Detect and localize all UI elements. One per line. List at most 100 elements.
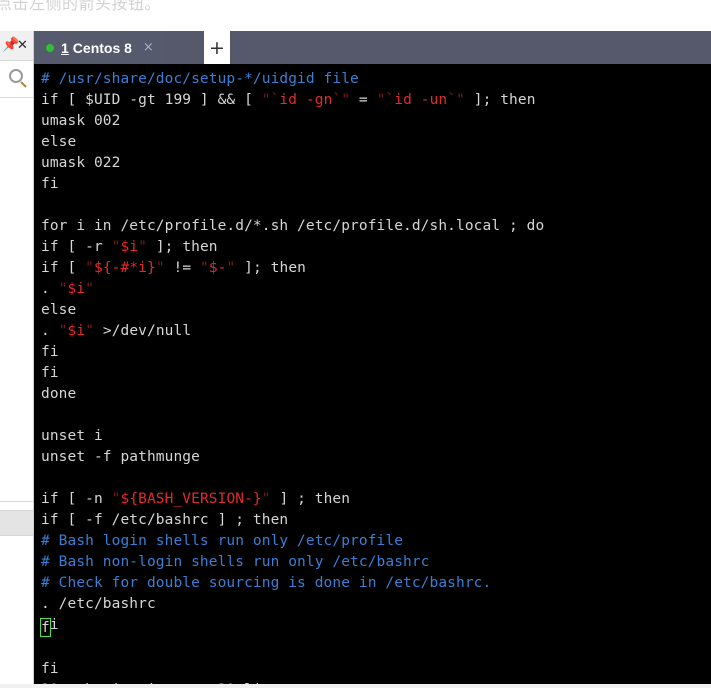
terminal-text: $i <box>67 323 86 339</box>
terminal-text: = <box>350 92 377 108</box>
terminal-text: ]; then <box>147 239 218 255</box>
left-tool-panel: 📌 ✕ <box>0 31 34 688</box>
terminal-text: # /usr/share/doc/setup-*/uidgid file <box>41 71 359 87</box>
terminal-text: unset i <box>41 428 103 444</box>
panel-divider <box>0 501 33 502</box>
tab-close-icon[interactable]: × <box>143 40 154 55</box>
terminal-text: $- <box>208 260 227 276</box>
terminal-line: . "$i" <box>41 279 711 300</box>
terminal-text: " <box>85 260 94 276</box>
terminal-line: fi <box>40 615 711 637</box>
terminal-text: " <box>138 239 147 255</box>
terminal-text: " <box>199 260 209 276</box>
terminal-text: " <box>58 323 68 339</box>
terminal-text: . <box>41 281 59 297</box>
terminal-line: if [ $UID -gt 199 ] && [ "`id -gn`" = "`… <box>41 90 711 111</box>
terminal-text: else <box>41 302 77 318</box>
terminal-text: # Check for double sourcing is done in /… <box>41 575 492 591</box>
terminal-text: # Bash login shells run only /etc/profil… <box>41 533 404 549</box>
terminal-text: $i <box>67 281 86 297</box>
terminal-text: $i <box>120 239 139 255</box>
close-icon[interactable]: ✕ <box>17 39 28 52</box>
terminal-text: fi <box>41 176 59 192</box>
terminal-text: if [ <box>41 260 86 276</box>
terminal-text: i <box>49 617 59 633</box>
terminal-text: " <box>85 281 95 297</box>
terminal-line: umask 002 <box>41 111 711 132</box>
tab-index: 1 <box>61 39 69 56</box>
hint-strip: 点击左侧的箭头按钮。 <box>0 0 711 31</box>
terminal-text: unset -f pathmunge <box>41 449 200 465</box>
terminal-text: " <box>58 281 68 297</box>
terminal-text: if [ -r <box>41 239 112 255</box>
terminal-text: done <box>41 386 77 402</box>
tab-bar: 1 Centos 8 × + <box>34 31 711 64</box>
terminal-text: . <box>41 323 59 339</box>
terminal-text: ]; then <box>464 92 536 108</box>
terminal-line: umask 022 <box>41 153 711 174</box>
terminal-text: umask 002 <box>41 113 121 129</box>
terminal-status-line: fi <box>41 661 59 677</box>
bottom-bar <box>0 684 711 688</box>
terminal-text: "` <box>261 92 280 108</box>
terminal-line: . "$i" >/dev/null <box>41 321 711 342</box>
terminal-line: fi <box>41 363 711 384</box>
new-tab-button[interactable]: + <box>204 31 230 64</box>
terminal-line: # Check for double sourcing is done in /… <box>41 573 711 594</box>
tab-centos-8[interactable]: 1 Centos 8 × <box>36 31 162 64</box>
terminal-line: if [ "${-#*i}" != "$-" ]; then <box>41 258 711 279</box>
terminal-text: >/dev/null <box>94 323 192 339</box>
app-window: 点击左侧的箭头按钮。 📌 ✕ 1 Centos 8 × + # /usr/sha… <box>0 0 711 688</box>
terminal-text: fi <box>41 365 59 381</box>
terminal-text: " <box>261 491 271 507</box>
terminal-line: else <box>41 132 711 153</box>
terminal-line: else <box>41 300 711 321</box>
terminal-line: done <box>41 384 711 405</box>
terminal-text: # Bash non-login shells run only /etc/ba… <box>41 554 430 570</box>
terminal-text: " <box>155 260 165 276</box>
terminal-text: ] ; then <box>270 491 351 507</box>
left-panel-header: 📌 ✕ <box>0 31 33 61</box>
panel-selected-block[interactable] <box>0 510 33 536</box>
terminal-text-area: # /usr/share/doc/setup-*/uidgid file if [… <box>40 69 711 637</box>
terminal-text: else <box>41 134 77 150</box>
terminal-text: if [ -f /etc/bashrc ] ; then <box>41 512 289 528</box>
tab-title: Centos 8 <box>72 39 132 56</box>
terminal-text: != <box>164 260 200 276</box>
terminal-text: fi <box>41 344 59 360</box>
terminal-line: if [ -n "${BASH_VERSION-}" ] ; then <box>41 489 711 510</box>
terminal-text: id -gn <box>279 92 333 108</box>
terminal-line: fi <box>41 342 711 363</box>
terminal-text: `" <box>332 92 351 108</box>
terminal-text: . /etc/bashrc <box>41 596 156 612</box>
terminal-line: if [ -f /etc/bashrc ] ; then <box>41 510 711 531</box>
terminal-text: `" <box>447 92 465 108</box>
terminal-text: id -un <box>394 92 448 108</box>
terminal-line: if [ -r "$i" ]; then <box>41 237 711 258</box>
terminal-line: # /usr/share/doc/setup-*/uidgid file <box>41 69 711 90</box>
terminal-line: # Bash login shells run only /etc/profil… <box>41 531 711 552</box>
panel-divider <box>0 97 33 98</box>
terminal-text: ]; then <box>235 260 306 276</box>
tab-status-dot <box>46 43 54 52</box>
terminal-text: umask 022 <box>41 155 121 171</box>
terminal-line: # Bash non-login shells run only /etc/ba… <box>41 552 711 573</box>
terminal-text: if [ $UID -gt 199 ] && [ <box>41 92 262 108</box>
terminal-line: unset -f pathmunge <box>41 447 711 468</box>
terminal-text: ${-#*i} <box>94 260 156 276</box>
search-icon[interactable] <box>9 69 23 83</box>
terminal-line: . /etc/bashrc <box>41 594 711 615</box>
terminal-text: if [ -n <box>41 491 112 507</box>
terminal-line: unset i <box>41 426 711 447</box>
terminal-text: ${BASH_VERSION-} <box>120 491 262 507</box>
hint-text: 点击左侧的箭头按钮。 <box>0 0 162 13</box>
terminal-text: "` <box>376 92 395 108</box>
terminal-line: fi <box>41 174 711 195</box>
terminal-screen[interactable]: # /usr/share/doc/setup-*/uidgid file if [… <box>34 64 711 688</box>
terminal-line: for i in /etc/profile.d/*.sh /etc/profil… <box>41 216 711 237</box>
terminal-text: for i in /etc/profile.d/*.sh /etc/profil… <box>41 218 545 234</box>
terminal-text: " <box>85 323 95 339</box>
